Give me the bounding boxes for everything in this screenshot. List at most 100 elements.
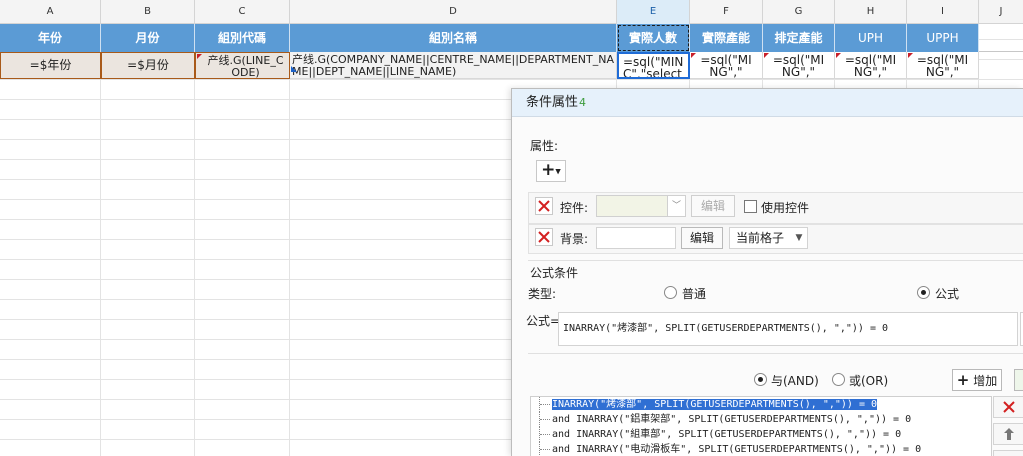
- use-control-label: 使用控件: [761, 201, 810, 215]
- control-edit-button[interactable]: 编辑: [691, 195, 735, 217]
- control-select[interactable]: ﹀: [596, 195, 686, 217]
- modify-condition-icon[interactable]: [1014, 369, 1023, 391]
- cell-text: =$年份: [29, 58, 72, 72]
- condition-text: and INARRAY("电动滑板车", SPLIT(GETUSERDEPART…: [552, 444, 922, 455]
- cell-text: =sql("MING",": [916, 53, 969, 79]
- add-condition-button[interactable]: + 增加: [952, 369, 1002, 391]
- formula-label: 公式=: [526, 314, 561, 328]
- close-icon: [1002, 401, 1015, 413]
- remove-condition-button[interactable]: [993, 396, 1023, 418]
- formula-input[interactable]: INARRAY("烤漆部", SPLIT(GETUSERDEPARTMENTS(…: [558, 312, 1018, 346]
- col-E[interactable]: E: [617, 0, 690, 24]
- formula-text: INARRAY("烤漆部", SPLIT(GETUSERDEPARTMENTS(…: [563, 323, 889, 334]
- plus-icon: +: [541, 160, 556, 180]
- header-cell-upph[interactable]: UPPH: [907, 24, 979, 52]
- plus-icon: +: [956, 371, 970, 389]
- background-label: 背景:: [560, 232, 589, 246]
- dialog-title-bar: 条件属性4: [512, 89, 1023, 117]
- cell-group-name-formula[interactable]: 产线.G(COMPANY_NAME||CENTRE_NAME||DEPARTME…: [290, 52, 617, 79]
- grid-vline: [194, 24, 195, 456]
- header-cell-actual-capacity[interactable]: 實際產能: [690, 24, 763, 52]
- background-scope-select[interactable]: 当前格子 ▼: [729, 227, 808, 249]
- header-cell-year[interactable]: 年份: [0, 24, 101, 52]
- move-down-button[interactable]: [993, 450, 1023, 456]
- cell-month-formula[interactable]: =$月份: [101, 52, 195, 79]
- cell-expand-marker-icon: [291, 66, 297, 72]
- data-row: =$年份 =$月份 产线.G(LINE_CODE) 产线.G(COMPANY_N…: [0, 52, 1023, 79]
- chevron-down-icon: ▼: [795, 233, 803, 243]
- col-H[interactable]: H: [835, 0, 907, 24]
- cell-text: 产线.G(LINE_CODE): [207, 54, 284, 79]
- tree-connector: [539, 442, 551, 456]
- col-I[interactable]: I: [907, 0, 979, 24]
- background-edit-button[interactable]: 编辑: [681, 227, 723, 249]
- control-label: 控件:: [560, 201, 589, 215]
- section-divider: [528, 353, 1023, 354]
- condition-list: INARRAY("烤漆部", SPLIT(GETUSERDEPARTMENTS(…: [530, 396, 992, 456]
- condition-list-item[interactable]: and INARRAY("鋁車架部", SPLIT(GETUSERDEPARTM…: [531, 412, 991, 427]
- col-A[interactable]: A: [0, 0, 101, 24]
- col-B[interactable]: B: [101, 0, 195, 24]
- condition-list-item[interactable]: and INARRAY("組車部", SPLIT(GETUSERDEPARTME…: [531, 427, 991, 442]
- cell-text: =$月份: [127, 58, 169, 72]
- add-attribute-button[interactable]: +▼: [536, 160, 566, 182]
- col-D[interactable]: D: [290, 0, 617, 24]
- tree-connector: [539, 397, 551, 412]
- type-formula-radio[interactable]: [917, 286, 930, 299]
- dialog-title: 条件属性: [526, 95, 579, 110]
- section-divider: [528, 260, 1023, 261]
- header-cell-planned-capacity[interactable]: 排定產能: [763, 24, 835, 52]
- type-label: 类型:: [528, 287, 557, 301]
- header-cell-group-name[interactable]: 組別名稱: [290, 24, 617, 52]
- dropdown-arrow-icon: ▼: [555, 167, 561, 176]
- delete-background-icon[interactable]: [535, 228, 553, 246]
- scope-value: 当前格子: [736, 231, 785, 245]
- condition-list-item[interactable]: INARRAY("烤漆部", SPLIT(GETUSERDEPARTMENTS(…: [531, 397, 991, 412]
- condition-attribute-dialog: 条件属性4 属性: +▼ 控件: ﹀ 编辑 使用控件 背景: 编辑 当前格子 ▼: [511, 88, 1023, 456]
- move-up-button[interactable]: [993, 423, 1023, 445]
- add-condition-label: 增加: [973, 374, 998, 388]
- spreadsheet: A B C D E F G H I J 年份 月份 組別代碼 組別名稱 實際人數…: [0, 0, 1023, 456]
- condition-list-item[interactable]: and INARRAY("电动滑板车", SPLIT(GETUSERDEPART…: [531, 442, 991, 456]
- col-F[interactable]: F: [690, 0, 763, 24]
- header-cell-group-code[interactable]: 組別代碼: [195, 24, 290, 52]
- col-C[interactable]: C: [195, 0, 290, 24]
- cell-year-formula[interactable]: =$年份: [0, 52, 101, 79]
- cell-planned-capacity-sql[interactable]: =sql("MING",": [763, 52, 835, 79]
- cell-upph-sql[interactable]: =sql("MING",": [907, 52, 979, 79]
- type-normal-radio[interactable]: [664, 286, 677, 299]
- condition-text: and INARRAY("組車部", SPLIT(GETUSERDEPARTME…: [552, 429, 902, 440]
- logic-and-radio[interactable]: [754, 373, 767, 386]
- cell-actual-headcount-sql[interactable]: =sql("MINC","select: [617, 52, 690, 79]
- chevron-down-icon: ﹀: [667, 196, 685, 216]
- arrow-up-icon: [1003, 428, 1014, 440]
- cell-actual-capacity-sql[interactable]: =sql("MING",": [690, 52, 763, 79]
- attribute-label: 属性:: [530, 139, 559, 153]
- cell-text: 产线.G(COMPANY_NAME||CENTRE_NAME||DEPARTME…: [292, 53, 615, 78]
- logic-or-label: 或(OR): [849, 374, 889, 388]
- cell-line-code[interactable]: 产线.G(LINE_CODE): [195, 52, 290, 79]
- header-cell-uph[interactable]: UPH: [835, 24, 907, 52]
- grid-vline: [100, 24, 101, 456]
- header-cell-month[interactable]: 月份: [101, 24, 195, 52]
- use-control-checkbox[interactable]: [744, 200, 757, 213]
- cell-text: =sql("MINC","select: [623, 55, 684, 79]
- logic-or-radio[interactable]: [832, 373, 845, 386]
- col-G[interactable]: G: [763, 0, 835, 24]
- header-cell-actual-headcount[interactable]: 實際人數: [617, 24, 690, 52]
- cell-text: =sql("MING",": [844, 53, 897, 79]
- type-formula-label: 公式: [935, 287, 960, 301]
- formula-section-label: 公式条件: [530, 266, 579, 280]
- condition-text: and INARRAY("鋁車架部", SPLIT(GETUSERDEPARTM…: [552, 414, 912, 425]
- header-row: 年份 月份 組別代碼 組別名稱 實際人數 實際產能 排定產能 UPH UPPH: [0, 24, 1023, 52]
- cell-text: =sql("MING",": [772, 53, 825, 79]
- delete-control-icon[interactable]: [535, 197, 553, 215]
- column-header-bar: A B C D E F G H I J: [0, 0, 1023, 24]
- logic-and-label: 与(AND): [771, 374, 819, 388]
- type-normal-label: 普通: [682, 287, 707, 301]
- grid-vline: [289, 24, 290, 456]
- cell-uph-sql[interactable]: =sql("MING",": [835, 52, 907, 79]
- tree-connector: [539, 427, 551, 442]
- col-J[interactable]: J: [979, 0, 1023, 24]
- background-color-swatch[interactable]: [596, 227, 676, 249]
